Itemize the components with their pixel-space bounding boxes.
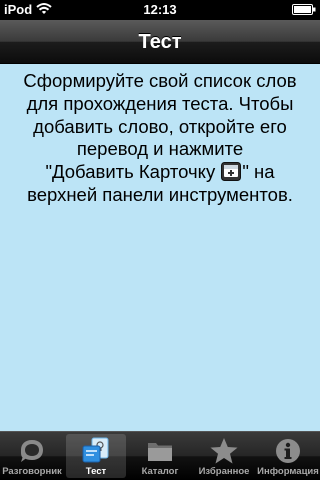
instructions-line-2-start: "Добавить Карточку — [45, 161, 221, 183]
status-time: 12:13 — [143, 2, 177, 17]
battery-icon — [292, 4, 316, 15]
test-cards-icon — [82, 437, 109, 463]
folder-icon — [148, 443, 172, 461]
tab-catalog-label: Каталог — [141, 466, 179, 477]
tab-test[interactable]: Тест — [64, 432, 128, 480]
navigation-bar: Тест — [0, 20, 320, 64]
tab-favorites-label: Избранное — [198, 466, 250, 477]
tab-catalog[interactable]: Каталог — [128, 432, 192, 480]
instructions-text: Сформируйте свой список слов для прохожд… — [14, 70, 306, 207]
tab-info-label: Информация — [257, 466, 319, 477]
info-icon — [276, 439, 300, 463]
app-screen: iPod 12:13 Тест Сформируйте свой список … — [0, 0, 320, 480]
content-area: Сформируйте свой список слов для прохожд… — [0, 64, 320, 431]
tab-bar: Разговорник Тест Каталог Избранное Инфор… — [0, 431, 320, 480]
tab-test-label: Тест — [85, 466, 107, 477]
phrasebook-icon — [20, 440, 43, 462]
tab-info[interactable]: Информация — [256, 432, 320, 480]
add-card-icon — [221, 162, 242, 182]
tab-phrasebook-label: Разговорник — [2, 466, 62, 477]
star-icon — [210, 438, 238, 464]
instructions-line-1: Сформируйте свой список слов для прохожд… — [23, 70, 297, 160]
tab-favorites[interactable]: Избранное — [192, 432, 256, 480]
tab-phrasebook[interactable]: Разговорник — [0, 432, 64, 480]
status-bar: iPod 12:13 — [0, 0, 320, 20]
page-title: Тест — [138, 31, 182, 53]
